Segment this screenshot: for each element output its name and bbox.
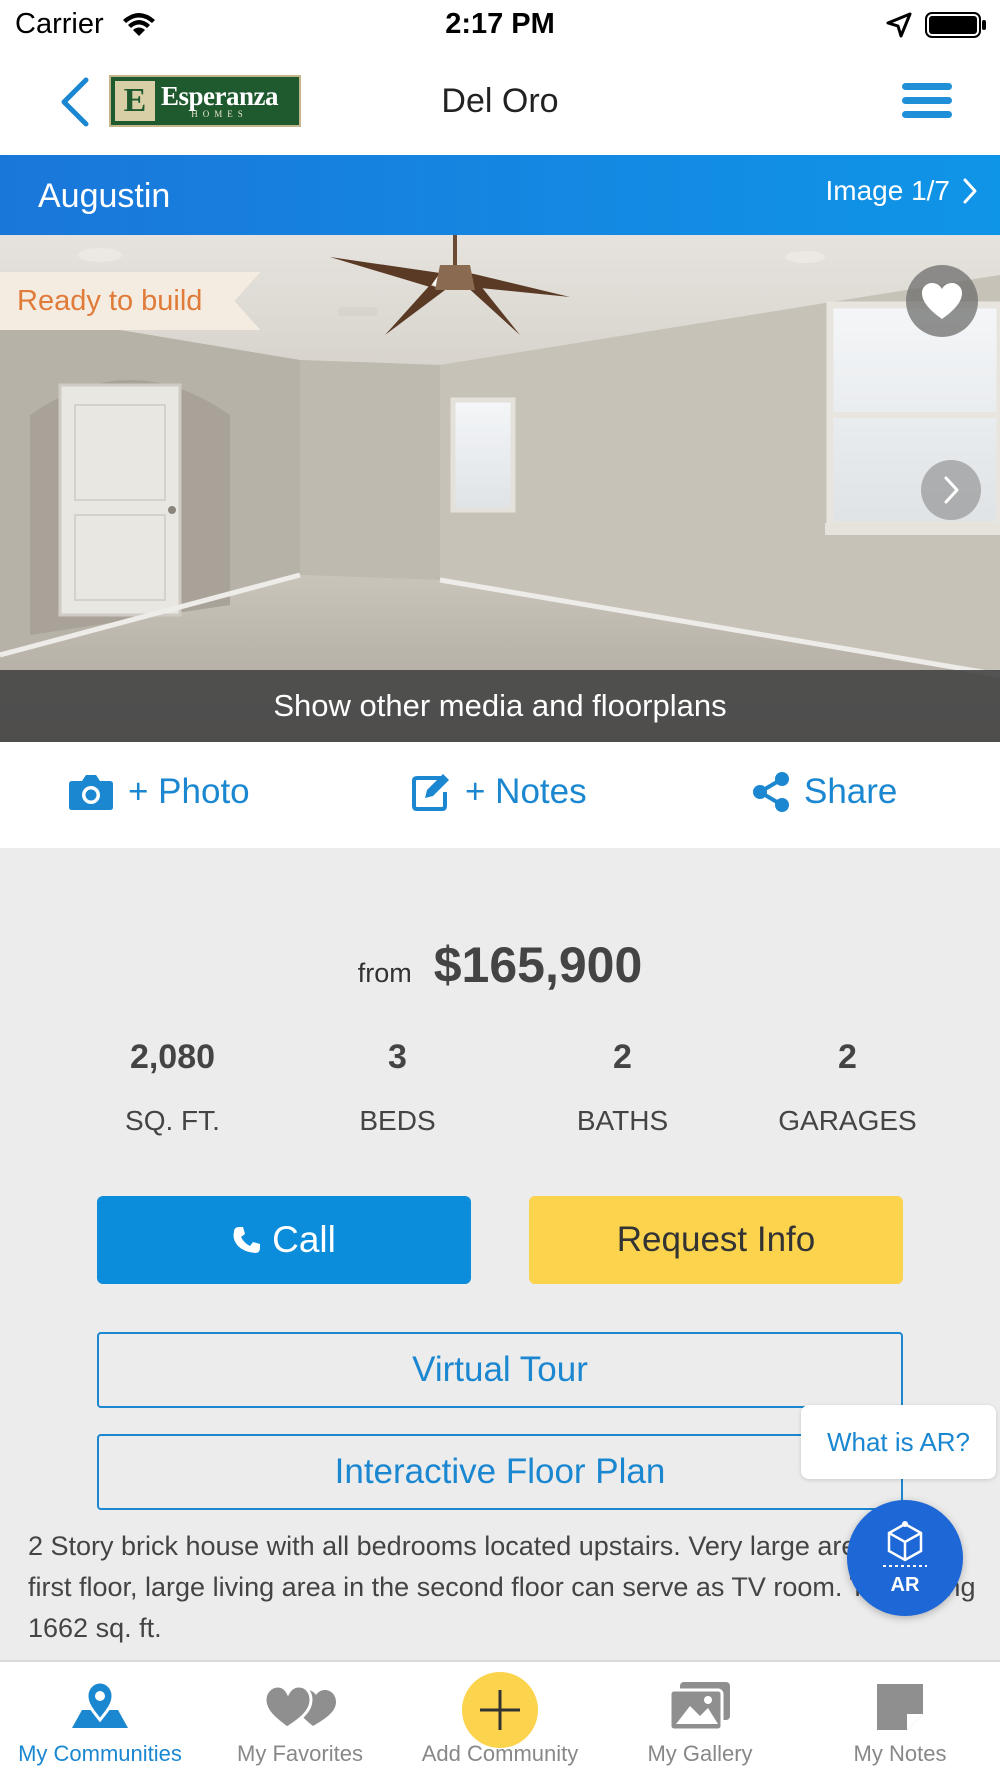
stat-sqft: 2,080 SQ. FT. bbox=[60, 1038, 285, 1137]
tab-my-gallery[interactable]: My Gallery bbox=[600, 1662, 800, 1778]
interactive-floor-plan-button[interactable]: Interactive Floor Plan bbox=[97, 1434, 903, 1510]
nav-bar: E Esperanza HOMES Del Oro bbox=[0, 50, 1000, 155]
tab-add-community[interactable]: Add Community bbox=[400, 1662, 600, 1778]
status-bar: Carrier 2:17 PM bbox=[0, 0, 1000, 50]
ar-button[interactable]: AR bbox=[847, 1500, 963, 1616]
add-notes-label: + Notes bbox=[465, 772, 587, 811]
stat-value: 3 bbox=[388, 1038, 407, 1076]
price-prefix: from bbox=[357, 958, 412, 988]
gallery-icon bbox=[668, 1682, 730, 1732]
plan-header: Augustin Image 1/7 bbox=[0, 155, 1000, 235]
plan-stats: 2,080 SQ. FT. 3 BEDS 2 BATHS 2 GARAGES bbox=[60, 1038, 960, 1137]
price-value: $165,900 bbox=[433, 937, 643, 993]
share-button[interactable]: Share bbox=[752, 772, 897, 812]
add-photo-label: + Photo bbox=[128, 772, 250, 811]
tab-label: My Communities bbox=[18, 1741, 182, 1766]
stat-label: BEDS bbox=[359, 1105, 436, 1136]
page-title: Del Oro bbox=[441, 82, 559, 120]
tab-label: My Gallery bbox=[647, 1741, 753, 1766]
stat-value: 2 bbox=[613, 1038, 632, 1076]
ar-cube-icon bbox=[883, 1521, 927, 1567]
stat-value: 2 bbox=[838, 1038, 857, 1076]
tab-bar: My Communities My Favorites Add Communit… bbox=[0, 1660, 1000, 1778]
tab-label: My Favorites bbox=[237, 1741, 363, 1766]
tab-my-communities[interactable]: My Communities bbox=[0, 1662, 200, 1778]
share-label: Share bbox=[804, 772, 898, 811]
call-label: Call bbox=[272, 1219, 336, 1260]
add-notes-button[interactable]: + Notes bbox=[411, 772, 587, 812]
stat-baths: 2 BATHS bbox=[510, 1038, 735, 1137]
chevron-right-icon bbox=[963, 178, 977, 204]
next-image-button[interactable] bbox=[921, 460, 981, 520]
map-pin-icon bbox=[72, 1680, 128, 1728]
edit-note-icon bbox=[412, 774, 449, 811]
tab-my-notes[interactable]: My Notes bbox=[800, 1662, 1000, 1778]
ar-label: AR bbox=[890, 1574, 920, 1596]
plan-name: Augustin bbox=[38, 177, 171, 215]
hamburger-menu-icon[interactable] bbox=[902, 83, 952, 121]
stat-label: BATHS bbox=[576, 1105, 669, 1136]
stat-label: SQ. FT. bbox=[125, 1105, 220, 1136]
what-is-ar-tooltip[interactable]: What is AR? bbox=[801, 1405, 996, 1479]
stat-value: 2,080 bbox=[129, 1038, 216, 1076]
hearts-icon bbox=[263, 1684, 336, 1730]
tab-my-favorites[interactable]: My Favorites bbox=[200, 1662, 400, 1778]
status-badge: Ready to build bbox=[0, 272, 261, 330]
actions-row: + Photo + Notes Share bbox=[0, 742, 1000, 848]
add-community-circle bbox=[462, 1672, 538, 1748]
price-row: from $165,900 bbox=[0, 936, 1000, 994]
request-info-button[interactable]: Request Info bbox=[529, 1196, 903, 1284]
phone-icon bbox=[233, 1227, 261, 1253]
note-icon bbox=[877, 1684, 923, 1730]
battery-icon bbox=[925, 12, 986, 38]
location-arrow-icon bbox=[886, 12, 912, 38]
tab-label: Add Community bbox=[421, 1741, 579, 1766]
stat-beds: 3 BEDS bbox=[285, 1038, 510, 1137]
camera-icon bbox=[69, 775, 113, 810]
plan-description: 2 Story brick house with all bedrooms lo… bbox=[28, 1531, 976, 1643]
clock-label: 2:17 PM bbox=[445, 8, 555, 40]
plus-icon bbox=[480, 1690, 520, 1730]
favorite-button[interactable] bbox=[906, 265, 978, 337]
add-photo-button[interactable]: + Photo bbox=[68, 772, 250, 812]
share-icon bbox=[753, 772, 789, 812]
image-counter-label: Image 1/7 bbox=[825, 175, 950, 206]
chevron-right-icon bbox=[944, 476, 959, 504]
stat-garages: 2 GARAGES bbox=[735, 1038, 960, 1137]
call-button[interactable]: Call bbox=[97, 1196, 471, 1284]
show-media-link[interactable]: Show other media and floorplans bbox=[0, 670, 1000, 742]
stat-label: GARAGES bbox=[778, 1105, 917, 1136]
virtual-tour-button[interactable]: Virtual Tour bbox=[97, 1332, 903, 1408]
image-counter-link[interactable]: Image 1/7 bbox=[825, 175, 978, 207]
plan-photo[interactable]: Ready to build bbox=[0, 235, 1000, 742]
tab-label: My Notes bbox=[853, 1741, 947, 1766]
heart-icon bbox=[922, 283, 962, 319]
